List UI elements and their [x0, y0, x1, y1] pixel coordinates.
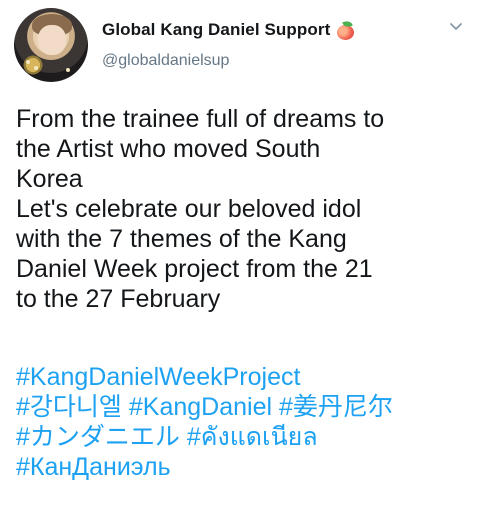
avatar-sparkle [26, 60, 30, 64]
tweet-card: Global Kang Daniel Support @globaldaniel… [0, 0, 480, 527]
hashtag-line: #KangDanielWeekProject [16, 362, 468, 392]
avatar-sparkle [66, 68, 70, 72]
hashtag-line: #КанДаниэль [16, 452, 468, 482]
hashtag-link[interactable]: #KangDaniel [129, 393, 272, 421]
author-display-name[interactable]: Global Kang Daniel Support [102, 20, 330, 40]
tweet-text: From the trainee full of dreams to the A… [16, 105, 385, 313]
author-handle[interactable]: @globaldanielsup [102, 52, 229, 70]
hashtag-link[interactable]: #姜丹尼尔 [279, 393, 393, 421]
hashtag-line: #カンダニエル #คังแดเนียล [16, 422, 468, 452]
avatar-sparkle [34, 66, 38, 70]
hashtag-link[interactable]: #강다니엘 [16, 393, 122, 421]
peach-icon [336, 19, 355, 40]
hashtag-link[interactable]: #คังแดเนียล [187, 423, 318, 451]
hashtag-line: #강다니엘 #KangDaniel #姜丹尼尔 [16, 392, 468, 422]
author-name-row[interactable]: Global Kang Daniel Support [102, 19, 355, 40]
hashtag-link[interactable]: #カンダニエル [16, 423, 180, 451]
hashtag-link[interactable]: #KangDanielWeekProject [16, 363, 300, 391]
avatar-badge [22, 54, 44, 76]
hashtag-link[interactable]: #КанДаниэль [16, 453, 171, 481]
avatar[interactable] [14, 8, 88, 82]
avatar-face [38, 25, 66, 55]
hashtag-block: #KangDanielWeekProject #강다니엘 #KangDaniel… [16, 362, 468, 482]
chevron-down-icon[interactable] [449, 22, 463, 32]
